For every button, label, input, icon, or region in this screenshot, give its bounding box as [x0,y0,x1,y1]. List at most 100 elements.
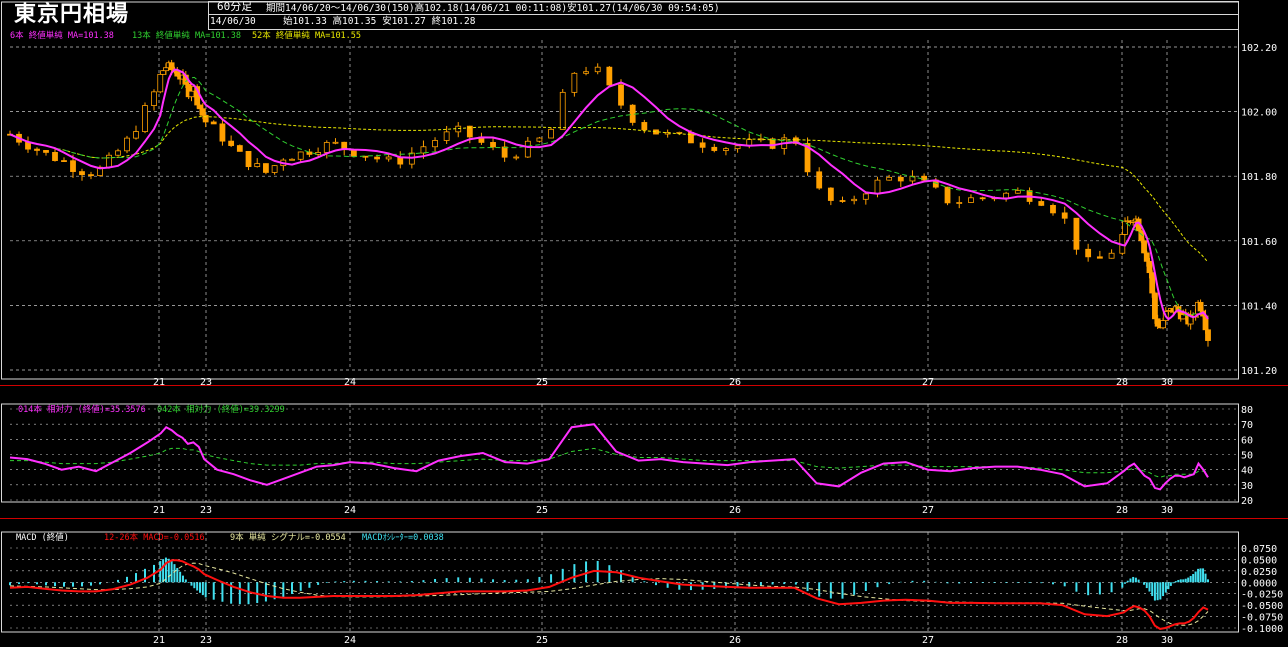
candle-body [43,150,49,153]
candle-body [897,176,904,182]
rsi-y-tick-label: 70 [1241,420,1253,431]
price-x-tick-label: 30 [1161,377,1173,388]
macd-x-tick-label: 25 [536,635,548,646]
candle-body [289,158,295,161]
candle-body [124,137,130,152]
candle-body [219,123,226,142]
candle-body [1096,256,1103,259]
candle-body [297,151,304,160]
candle-body [168,62,175,71]
candle-body [886,176,893,181]
candle-body [1061,212,1068,219]
candle-body [271,165,278,173]
candle-body [524,140,531,158]
macd-y-tick-label: 0.0750 [1241,544,1277,555]
candle-body [1152,292,1158,320]
candle-body [254,163,261,168]
candle-body [816,171,823,189]
candle-body [350,149,357,157]
rsi-y-tick-label: 40 [1241,466,1253,477]
macd-x-tick-label: 23 [200,635,212,646]
price-y-tick-label: 101.20 [1241,366,1277,377]
candle-body [432,140,438,148]
candle-body [1146,260,1153,274]
rsi-x-tick-label: 30 [1161,505,1173,516]
rsi-y-tick-label: 80 [1241,405,1253,416]
candle-body [827,187,834,201]
candle-body [711,146,718,151]
candle-body [874,179,881,195]
candle-body [332,141,339,144]
candle-body [1160,320,1166,329]
candle-body [851,198,858,202]
price-x-tick-label: 25 [536,377,548,388]
price-y-tick-label: 102.00 [1241,108,1277,119]
candle-body [1143,252,1150,262]
candle-body [61,160,67,162]
candle-body [34,148,40,151]
candle-body [455,125,462,133]
candle-body [548,128,554,139]
ma52-line [9,116,1209,263]
macd-x-tick-label: 26 [729,635,741,646]
chart-canvas[interactable]: 102.20 102.00 101.80 101.60 101.40 101.20 80 70… [0,0,1288,647]
macd-y-tick-label: 0.0000 [1241,578,1277,589]
candle-body [52,152,58,161]
candle-body [157,73,164,93]
candle-body [1149,272,1156,294]
candle-body [385,156,392,160]
price-x-tick-label: 27 [922,377,934,388]
candle-body [263,163,269,173]
macd-x-tick-label: 27 [922,635,934,646]
macd-panel-frame [1,531,1239,633]
candle-body [88,174,94,177]
candle-body [699,142,706,148]
candle-body [1038,201,1045,206]
candle-body [723,148,729,151]
candle-body [151,91,157,106]
macd-y-tick-label: -0.0500 [1241,601,1283,612]
price-x-tick-label: 24 [344,377,356,388]
candle-body [306,151,313,155]
candle-body [606,66,613,86]
rsi-x-tick-label: 25 [536,505,548,516]
candle-body [1205,329,1211,341]
candle-body [583,71,589,74]
candle-body [1003,192,1010,199]
candle-body [163,67,169,72]
candle-body [618,84,624,106]
candle-body [142,105,148,132]
candle-body [174,71,181,77]
yen-market-chart-window: { "window": { "title": "東京円相場", "timefra… [0,0,1288,647]
candle-body [513,156,520,159]
candle-body [536,137,543,142]
rsi-x-tick-label: 26 [729,505,741,516]
rsi14-line [9,423,1209,491]
candle-body [1050,204,1056,214]
macd-y-tick-label: 0.0250 [1241,567,1277,578]
candle-body [1197,301,1204,312]
candle-body [676,131,683,134]
candle-body [559,91,566,130]
macd-y-tick-label: -0.0250 [1241,590,1283,601]
rsi-y-tick-label: 50 [1241,451,1253,462]
candle-body [1154,318,1161,327]
candle-body [1073,217,1080,250]
candle-body [79,171,85,176]
rsi-y-tick-label: 30 [1241,481,1253,492]
macd-y-tick-label: -0.1000 [1241,624,1283,635]
candle-body [106,154,112,168]
rsi-x-tick-label: 24 [344,505,356,516]
candle-body [862,193,869,200]
candle-body [210,121,217,125]
macd-x-tick-label: 24 [344,635,356,646]
candle-body [571,72,578,93]
rsi-y-tick-label: 60 [1241,435,1253,446]
candle-body [115,150,121,156]
price-x-tick-label: 26 [729,377,741,388]
price-x-tick-label: 23 [200,377,212,388]
candle-body [1085,248,1092,258]
rsi42-line [10,447,1208,478]
candle-body [323,142,330,153]
candle-body [734,145,741,150]
